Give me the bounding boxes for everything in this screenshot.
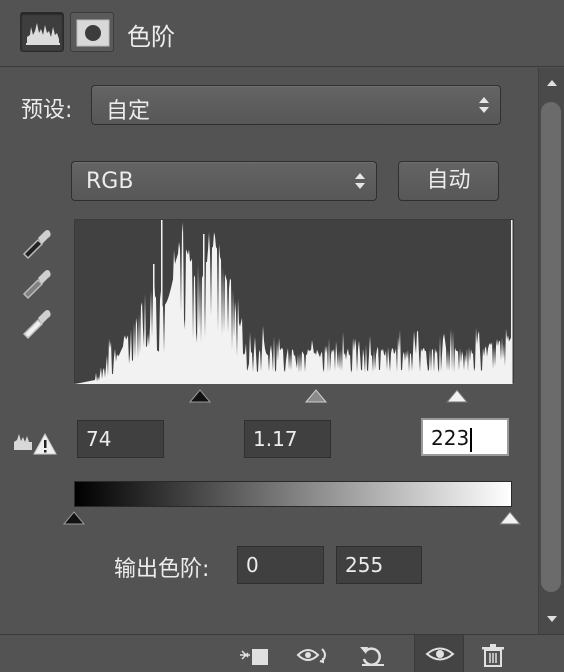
histogram-spike <box>203 234 205 384</box>
text-caret <box>470 427 473 452</box>
highlight-input-value: 223 <box>431 426 470 450</box>
panel-header: 色阶 <box>0 0 564 67</box>
preset-select[interactable]: 自定 <box>91 85 501 125</box>
histogram-graph <box>75 220 513 384</box>
output-gradient-bar <box>74 481 512 507</box>
output-levels-slider[interactable] <box>62 506 524 528</box>
histogram-spike <box>161 220 163 384</box>
levels-adjustment-icon[interactable] <box>20 12 64 52</box>
vertical-scrollbar[interactable] <box>538 68 564 634</box>
output-high-input[interactable]: 255 <box>336 546 422 584</box>
visibility-toggle[interactable] <box>414 635 464 672</box>
reset-icon[interactable] <box>356 641 390 669</box>
highlight-slider-handle[interactable] <box>445 389 469 403</box>
white-point-eyedropper-icon[interactable] <box>20 304 54 340</box>
preset-value: 自定 <box>106 99 151 124</box>
up-down-arrows-icon <box>355 173 365 189</box>
scroll-thumb[interactable] <box>541 102 561 592</box>
histogram <box>74 219 514 384</box>
channel-select[interactable]: RGB <box>71 161 377 201</box>
scroll-down-arrow-icon[interactable] <box>545 612 559 626</box>
input-levels-slider[interactable] <box>74 384 514 406</box>
up-down-arrows-icon <box>479 97 489 113</box>
output-levels-label: 输出色阶: <box>114 557 210 582</box>
output-high-handle[interactable] <box>498 511 522 525</box>
highlight-input[interactable]: 223 <box>421 418 509 456</box>
output-low-input[interactable]: 0 <box>237 546 324 584</box>
scroll-up-arrow-icon[interactable] <box>545 76 559 90</box>
histogram-spike <box>511 220 513 384</box>
histogram-spike <box>153 264 155 384</box>
auto-button[interactable]: 自动 <box>398 161 499 201</box>
preset-label: 预设: <box>21 98 73 123</box>
clipping-warning-icon[interactable] <box>12 428 60 456</box>
output-low-handle[interactable] <box>62 511 86 525</box>
shadow-input[interactable]: 74 <box>77 420 164 458</box>
histogram-shape <box>75 222 511 384</box>
mask-icon[interactable] <box>70 12 114 52</box>
view-previous-icon[interactable] <box>296 641 330 669</box>
channel-value: RGB <box>86 169 134 194</box>
midtone-input[interactable]: 1.17 <box>244 420 331 458</box>
midtone-slider-handle[interactable] <box>304 389 328 403</box>
panel-footer <box>0 634 564 672</box>
panel-title: 色阶 <box>127 23 175 51</box>
black-point-eyedropper-icon[interactable] <box>20 224 54 260</box>
clip-to-layer-icon[interactable] <box>238 641 272 669</box>
gray-point-eyedropper-icon[interactable] <box>20 264 54 300</box>
trash-icon[interactable] <box>476 641 510 669</box>
visibility-eye-icon <box>425 647 455 661</box>
shadow-slider-handle[interactable] <box>188 389 212 403</box>
